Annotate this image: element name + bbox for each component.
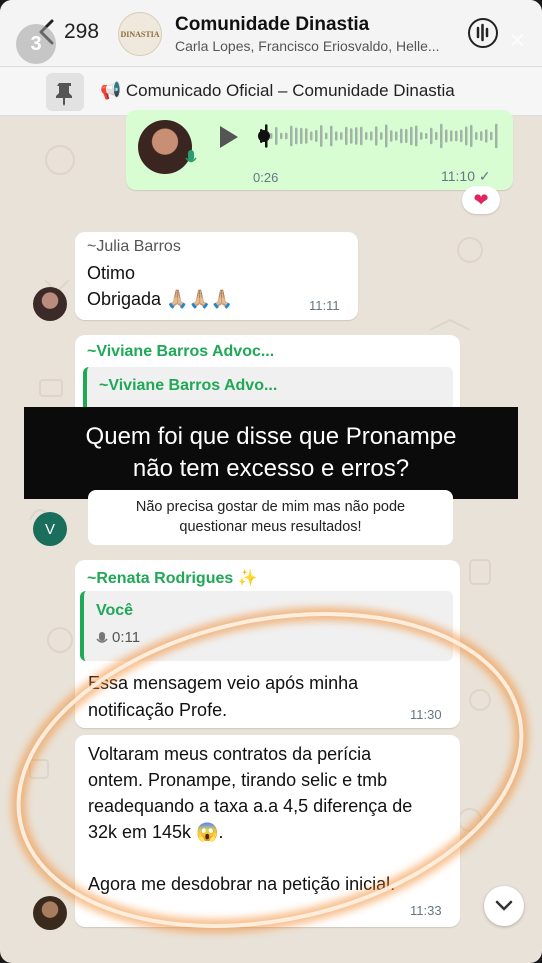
story-caption-banner: Quem foi que disse que Pronampe não tem … — [24, 407, 518, 499]
julia-avatar[interactable] — [33, 287, 67, 321]
waveform-bar — [465, 126, 468, 146]
waveform-bar — [475, 132, 478, 140]
renata2-line-2: ontem. Pronampe, tirando selic e tmb — [88, 770, 388, 790]
unread-count[interactable]: 298 — [64, 20, 99, 44]
quoted-duration: 0:11 — [112, 629, 141, 646]
audio-waveform[interactable] — [256, 120, 501, 152]
waveform-bar — [325, 132, 328, 140]
waveform-bar — [380, 132, 383, 140]
waveform-bar — [345, 126, 348, 146]
renata2-line-1: Voltaram meus contratos da perícia — [88, 744, 372, 764]
group-members[interactable]: Carla Lopes, Francisco Eriosvaldo, Helle… — [175, 38, 465, 54]
waveform-bar — [315, 130, 318, 142]
chevron-down-icon — [495, 900, 513, 911]
waveform-bar — [355, 127, 358, 145]
renata2-line-4: 32k em 145k 😱. — [88, 822, 224, 842]
close-story-icon[interactable]: ✕ — [508, 28, 526, 54]
waveform-bar — [400, 128, 403, 144]
microphone-icon — [185, 150, 197, 163]
story-index-badge: 3 — [16, 24, 56, 64]
waveform-bar — [490, 131, 493, 141]
waveform-bar — [375, 126, 378, 146]
waveform-bar — [395, 131, 398, 141]
renata-line-2: notificação Profe. — [88, 700, 228, 720]
waveform-bar — [370, 131, 373, 141]
waveform-bar — [270, 132, 273, 140]
renata-quoted-voice-note[interactable]: Você 0:11 — [80, 591, 453, 661]
pin-icon — [46, 73, 84, 111]
renata-sender-name[interactable]: ~Renata Rodrigues ✨ — [87, 568, 258, 588]
waveform-bar — [295, 127, 298, 145]
renata2-time: 11:33 — [410, 903, 442, 918]
renata2-line-3: readequando a taxa a.a 4,5 diferença de — [88, 796, 413, 816]
quoted-label: Você — [96, 602, 134, 619]
waveform-bar — [390, 130, 393, 142]
audio-time: 11:10 ✓ — [441, 168, 491, 184]
renata-line-1: Essa mensagem veio após minha — [88, 673, 359, 693]
heart-reaction[interactable]: ❤ — [462, 186, 500, 214]
audio-duration: 0:26 — [253, 170, 279, 185]
play-button[interactable] — [220, 126, 238, 148]
voice-chat-icon[interactable] — [468, 18, 498, 48]
viviane-sender-name[interactable]: ~Viviane Barros Advoc... — [87, 343, 274, 361]
waveform-bar — [335, 131, 338, 141]
waveform-bar — [450, 130, 453, 142]
waveform-bar — [350, 128, 353, 144]
waveform-bar — [440, 123, 443, 149]
waveform-bar — [360, 126, 363, 146]
caption-line-1: Quem foi que disse que Pronampe — [85, 423, 457, 450]
julia-line-1: Otimo — [87, 263, 136, 283]
quoted-mic-icon — [96, 632, 108, 643]
julia-sender-name[interactable]: ~Julia Barros — [87, 238, 181, 256]
waveform-bar — [310, 131, 313, 141]
waveform-bar — [285, 132, 288, 140]
playhead[interactable] — [258, 130, 270, 142]
viviane-quoted-sender: ~Viviane Barros Advo... — [99, 377, 278, 394]
sub-caption-line-1: Não precisa gostar de mim mas não pode — [135, 499, 406, 515]
waveform-bar — [480, 131, 483, 141]
pinned-message-text: 📢 Comunicado Oficial – Comunidade Dinast… — [100, 81, 455, 100]
waveform-bar — [445, 129, 448, 143]
waveform-bar — [330, 125, 333, 147]
group-title[interactable]: Comunidade Dinastia — [175, 14, 369, 36]
waveform-bar — [320, 125, 323, 147]
renata-time: 11:30 — [410, 707, 442, 722]
waveform-icon — [476, 23, 489, 42]
waveform-bar — [300, 127, 303, 145]
waveform-bar — [455, 130, 458, 142]
waveform-bar — [425, 132, 428, 140]
sub-caption-line-2: questionar meus resultados! — [179, 519, 362, 535]
group-avatar[interactable]: DINASTIA — [118, 12, 162, 56]
julia-message-bubble[interactable]: ~Julia Barros Otimo Obrigada 🙏🏼🙏🏼🙏🏼 11:1… — [75, 232, 358, 320]
renata2-line-5: Agora me desdobrar na petição inicial. — [88, 874, 396, 894]
waveform-bar — [290, 125, 293, 147]
waveform-bar — [340, 132, 343, 140]
waveform-bar — [415, 125, 418, 147]
waveform-bar — [365, 131, 368, 141]
waveform-bar — [275, 126, 278, 146]
waveform-bar — [470, 124, 473, 148]
julia-line-2: Obrigada 🙏🏼🙏🏼🙏🏼 — [87, 289, 234, 309]
waveform-bar — [305, 128, 308, 144]
waveform-bar — [495, 123, 498, 149]
waveform-bar — [485, 129, 488, 143]
viviane-avatar[interactable]: V — [33, 512, 67, 546]
julia-time: 11:11 — [309, 298, 340, 313]
chat-screen: 3 298 DINASTIA Comunidade Dinastia Carla… — [0, 0, 542, 963]
waveform-bar — [385, 124, 388, 148]
waveform-bar — [460, 129, 463, 143]
pinned-message-bar[interactable]: 📢 Comunicado Oficial – Comunidade Dinast… — [0, 66, 542, 116]
waveform-bar — [410, 126, 413, 146]
chat-header: 3 298 DINASTIA Comunidade Dinastia Carla… — [0, 0, 542, 66]
waveform-bar — [420, 132, 423, 140]
renata-avatar[interactable] — [33, 896, 67, 930]
caption-line-2: não tem excesso e erros? — [132, 455, 410, 482]
waveform-bar — [430, 127, 433, 145]
waveform-bar — [280, 132, 283, 140]
scroll-down-button[interactable] — [484, 886, 524, 926]
waveform-bar — [435, 131, 438, 141]
waveform-bar — [405, 128, 408, 144]
story-sub-caption: Não precisa gostar de mim mas não pode q… — [88, 490, 453, 545]
